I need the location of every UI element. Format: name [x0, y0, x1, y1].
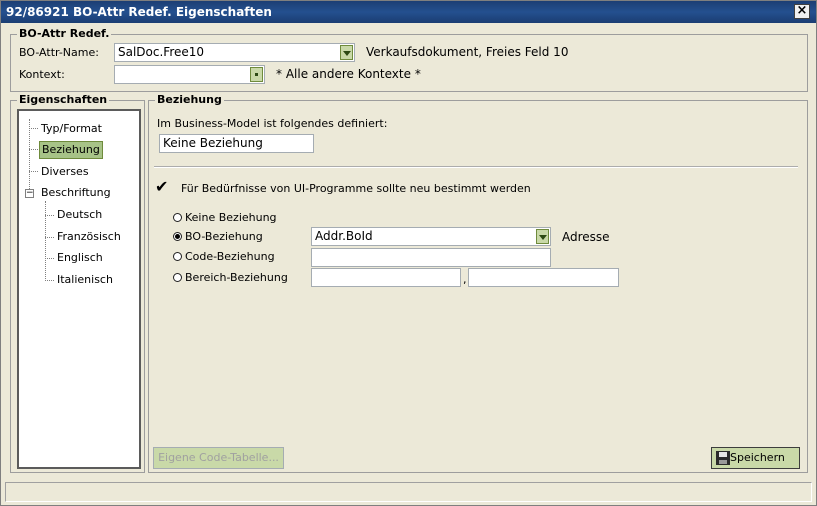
context-field[interactable]	[114, 65, 265, 84]
radio-keine-beziehung-label[interactable]: Keine Beziehung	[185, 211, 277, 225]
save-button[interactable]: Speichern	[711, 447, 800, 469]
title-bar[interactable]: 92/86921 BO-Attr Redef. Eigenschaften ×	[1, 1, 816, 23]
properties-tree: Typ/Format Beziehung Diverses − Beschrif…	[17, 109, 141, 469]
tree-connector	[29, 128, 38, 129]
range-to-field[interactable]	[468, 268, 619, 287]
radio-keine-beziehung[interactable]	[173, 213, 182, 222]
separator	[154, 166, 798, 168]
properties-group-title: Eigenschaften	[17, 93, 110, 107]
context-label: Kontext:	[19, 68, 65, 81]
tree-item-franzoesisch[interactable]: Französisch	[57, 229, 121, 245]
attr-name-description: Verkaufsdokument, Freies Feld 10	[366, 45, 569, 59]
bo-relation-value: Addr.BoId	[315, 229, 373, 243]
tree-item-typ-format[interactable]: Typ/Format	[41, 121, 102, 137]
code-relation-field[interactable]	[311, 248, 551, 267]
tree-connector	[29, 119, 30, 193]
window-title: 92/86921 BO-Attr Redef. Eigenschaften	[6, 5, 272, 19]
attr-name-label: BO-Attr-Name:	[19, 46, 99, 59]
tree-item-italienisch[interactable]: Italienisch	[57, 272, 113, 288]
tree-item-deutsch[interactable]: Deutsch	[57, 207, 102, 223]
tree-item-beziehung[interactable]: Beziehung	[39, 141, 103, 159]
own-code-table-label: Eigene Code-Tabelle...	[158, 451, 279, 464]
tree-connector	[29, 149, 38, 150]
relation-group-title: Beziehung	[155, 93, 224, 107]
range-separator: ,	[463, 273, 467, 286]
radio-code-beziehung-label[interactable]: Code-Beziehung	[185, 250, 275, 264]
tree-item-beschriftung[interactable]: Beschriftung	[41, 185, 111, 201]
collapse-icon[interactable]: −	[25, 189, 34, 198]
tree-connector	[45, 258, 54, 259]
bo-relation-combobox[interactable]: Addr.BoId	[311, 227, 551, 246]
status-bar	[5, 482, 812, 502]
floppy-disk-icon	[716, 451, 730, 465]
context-description: * Alle andere Kontexte *	[276, 67, 421, 81]
attr-name-combobox[interactable]: SalDoc.Free10	[114, 43, 355, 62]
tree-connector	[45, 201, 46, 281]
range-from-field[interactable]	[311, 268, 461, 287]
tree-item-diverses[interactable]: Diverses	[41, 164, 89, 180]
business-model-field: Keine Beziehung	[159, 134, 314, 153]
radio-bereich-beziehung-label[interactable]: Bereich-Beziehung	[185, 271, 288, 285]
radio-bo-beziehung[interactable]	[173, 232, 182, 241]
lookup-icon[interactable]	[250, 67, 263, 82]
tree-connector	[29, 171, 38, 172]
tree-connector	[45, 215, 54, 216]
business-model-label: Im Business-Model ist folgendes definier…	[157, 117, 388, 130]
bo-relation-description: Adresse	[562, 230, 610, 244]
override-label: Für Bedürfnisse von UI-Programme sollte …	[181, 182, 531, 195]
chevron-down-icon[interactable]	[536, 229, 549, 244]
radio-code-beziehung[interactable]	[173, 252, 182, 261]
close-button[interactable]: ×	[794, 4, 810, 19]
save-label: Speichern	[730, 451, 785, 464]
radio-bo-beziehung-label[interactable]: BO-Beziehung	[185, 230, 263, 244]
tree-connector	[45, 280, 54, 281]
override-checkbox[interactable]: ✔	[155, 179, 168, 195]
attr-redef-group-title: BO-Attr Redef.	[17, 27, 112, 41]
tree-connector	[45, 237, 54, 238]
own-code-table-button[interactable]: Eigene Code-Tabelle...	[153, 447, 284, 469]
business-model-value: Keine Beziehung	[163, 136, 263, 150]
chevron-down-icon[interactable]	[340, 45, 353, 60]
radio-bereich-beziehung[interactable]	[173, 273, 182, 282]
attr-name-value: SalDoc.Free10	[118, 45, 205, 59]
tree-item-englisch[interactable]: Englisch	[57, 250, 103, 266]
dialog-window: 92/86921 BO-Attr Redef. Eigenschaften × …	[0, 0, 817, 506]
